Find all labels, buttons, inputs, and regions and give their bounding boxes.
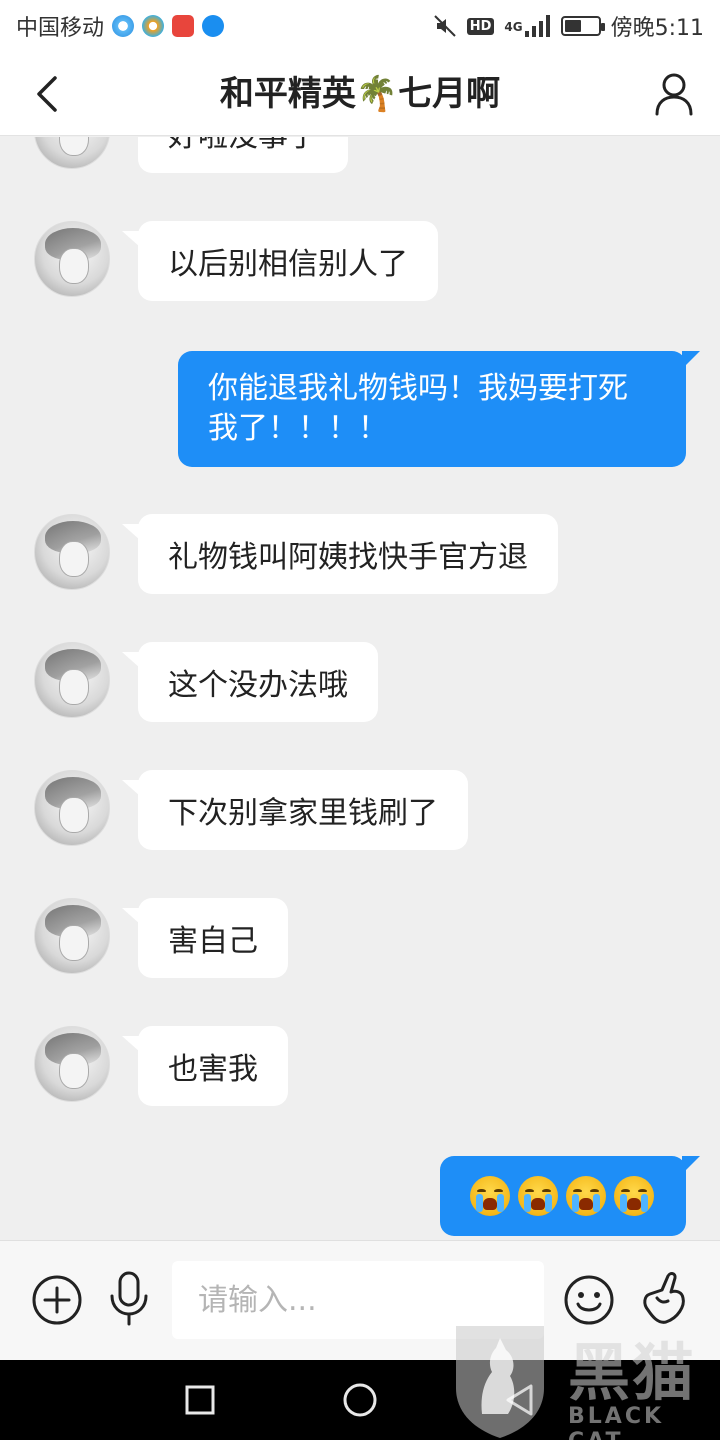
- contact-avatar[interactable]: [34, 898, 110, 974]
- message-text: 也害我: [168, 1052, 258, 1087]
- weibo-icon: [142, 15, 165, 37]
- message-bubble-sent[interactable]: 你能退我礼物钱吗！我妈要打死 我了！！！！: [178, 351, 700, 467]
- contact-avatar[interactable]: [34, 221, 110, 297]
- carrier-name: 中国移动: [16, 16, 105, 41]
- emoji-row: [470, 1176, 654, 1216]
- message-text: 下次别拿家里钱刷了: [168, 796, 438, 831]
- mute-icon: [434, 15, 456, 37]
- battery-icon: [560, 16, 605, 36]
- message-text: 害自己: [168, 924, 258, 959]
- message-bubble[interactable]: 这个没办法哦: [122, 642, 378, 722]
- message-text-line: 我了！！！！: [208, 411, 388, 446]
- message-received: 害自己: [34, 898, 288, 978]
- message-received: 好啦没事了: [34, 137, 348, 173]
- battery-level: [564, 20, 581, 32]
- add-button[interactable]: [29, 1272, 85, 1328]
- message-text: 好啦没事了: [168, 137, 318, 155]
- signal-icon: [524, 15, 550, 37]
- home-button[interactable]: [334, 1374, 386, 1426]
- message-text: 这个没办法哦: [168, 668, 348, 703]
- chat-title: 和平精英🌴七月啊: [219, 74, 501, 114]
- finger-heart-button[interactable]: [636, 1270, 692, 1326]
- weishi-icon: [172, 15, 195, 37]
- status-time: 傍晚5:11: [610, 16, 704, 41]
- chat-messages[interactable]: 好啦没事了 以后别相信别人了 你能退我礼物钱吗！我妈要打死 我了！！！！ 礼物钱…: [0, 137, 720, 1240]
- message-received: 以后别相信别人了: [34, 221, 438, 301]
- crying-face-icon: [614, 1176, 654, 1216]
- contact-avatar[interactable]: [34, 1026, 110, 1102]
- baidu-icon: [112, 15, 135, 37]
- message-received: 礼物钱叫阿姨找快手官方退: [34, 514, 558, 594]
- message-bubble[interactable]: 下次别拿家里钱刷了: [122, 770, 468, 850]
- message-received: 下次别拿家里钱刷了: [34, 770, 468, 850]
- status-bar: 中国移动 HD 4G 傍晚5:11: [0, 0, 720, 52]
- smiley-icon: [564, 1275, 614, 1325]
- plus-circle-icon: [32, 1275, 82, 1325]
- recent-apps-button[interactable]: [174, 1374, 226, 1426]
- message-bubble[interactable]: 以后别相信别人了: [122, 221, 438, 301]
- profile-button[interactable]: [648, 68, 700, 120]
- chat-header: 和平精英🌴七月啊: [0, 52, 720, 136]
- network-type: 4G: [504, 20, 523, 34]
- back-nav-button[interactable]: [494, 1374, 546, 1426]
- contact-avatar[interactable]: [34, 514, 110, 590]
- finger-heart-icon: [643, 1272, 685, 1324]
- triangle-back-icon: [506, 1384, 533, 1416]
- contact-avatar[interactable]: [34, 137, 110, 169]
- microphone-icon: [110, 1271, 148, 1326]
- message-text-line: 你能退我礼物钱吗！我妈要打死: [208, 371, 628, 406]
- message-bubble[interactable]: 害自己: [122, 898, 288, 978]
- alipay-icon: [202, 15, 225, 37]
- circle-icon: [343, 1383, 377, 1417]
- voice-button[interactable]: [101, 1270, 157, 1326]
- message-text: 以后别相信别人了: [168, 247, 408, 282]
- message-received: 也害我: [34, 1026, 288, 1106]
- system-nav-bar: [0, 1360, 720, 1440]
- square-icon: [185, 1385, 215, 1415]
- back-button[interactable]: [22, 70, 70, 118]
- contact-avatar[interactable]: [34, 642, 110, 718]
- message-bubble[interactable]: 也害我: [122, 1026, 288, 1106]
- crying-face-icon: [518, 1176, 558, 1216]
- hd-badge: HD: [466, 17, 495, 35]
- message-bubble-sent[interactable]: [440, 1156, 700, 1236]
- message-text: 礼物钱叫阿姨找快手官方退: [168, 540, 528, 575]
- message-bubble[interactable]: 好啦没事了: [138, 137, 348, 173]
- status-right: HD 4G 傍晚5:11: [433, 10, 704, 42]
- message-input[interactable]: [172, 1261, 544, 1339]
- status-left: 中国移动: [16, 10, 225, 42]
- crying-face-icon: [470, 1176, 510, 1216]
- message-bubble[interactable]: 礼物钱叫阿姨找快手官方退: [122, 514, 558, 594]
- user-icon: [655, 73, 693, 116]
- message-received: 这个没办法哦: [34, 642, 378, 722]
- emoji-button[interactable]: [561, 1272, 617, 1328]
- chevron-left-icon: [37, 76, 57, 112]
- crying-face-icon: [566, 1176, 606, 1216]
- input-bar: [0, 1240, 720, 1360]
- contact-avatar[interactable]: [34, 770, 110, 846]
